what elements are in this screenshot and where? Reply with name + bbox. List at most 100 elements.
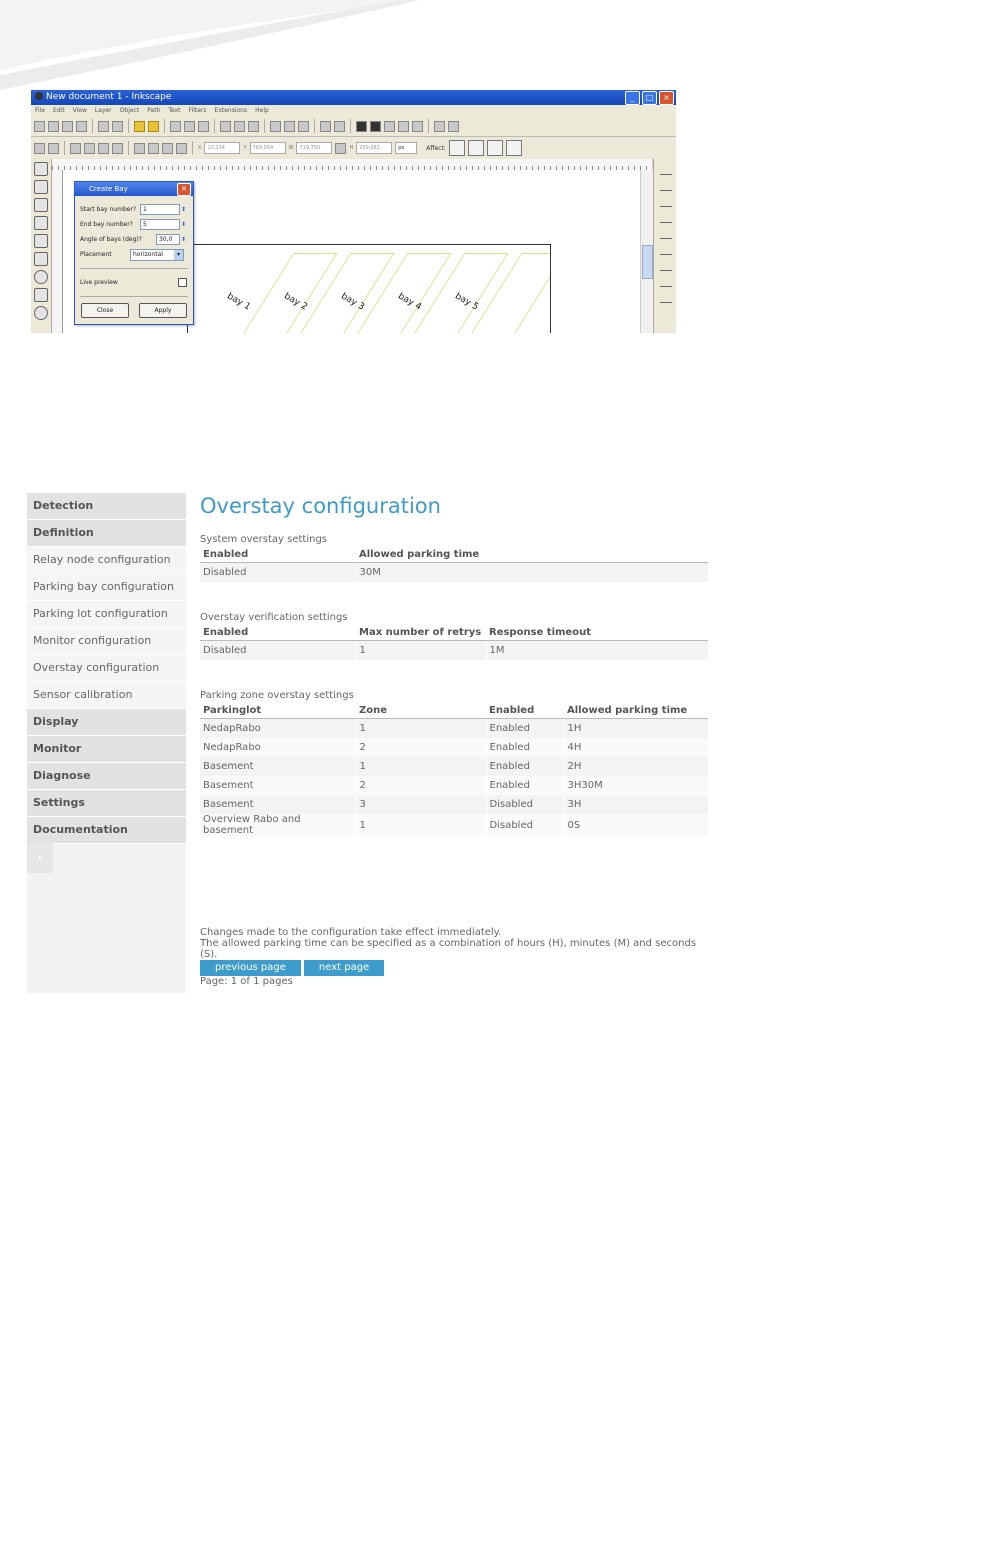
save-icon[interactable]	[62, 120, 73, 132]
menu-file[interactable]: File	[35, 105, 45, 116]
node-tool-icon[interactable]	[34, 180, 48, 194]
snap-bbox-edges-icon[interactable]	[659, 196, 672, 207]
close-button[interactable]: Close	[81, 303, 129, 318]
zoom-drawing-icon[interactable]	[234, 120, 245, 132]
collapse-sidebar-button[interactable]: ‹	[27, 843, 53, 873]
rotate-cw-icon[interactable]	[84, 142, 95, 154]
spiral-tool-icon[interactable]	[34, 306, 48, 320]
menu-object[interactable]: Object	[120, 105, 140, 116]
flip-horizontal-icon[interactable]	[98, 142, 109, 154]
copy-icon[interactable]	[170, 120, 181, 132]
undo-icon[interactable]	[134, 120, 145, 132]
lock-icon[interactable]	[335, 142, 347, 154]
rectangle-tool-icon[interactable]	[34, 234, 48, 248]
snap-paths-icon[interactable]	[659, 244, 672, 255]
snap-bbox-corners-icon[interactable]	[659, 212, 672, 223]
sidebar-item-parking-bay[interactable]: Parking bay configuration	[27, 574, 186, 601]
spin-button-icon[interactable]: ⬍	[181, 220, 186, 229]
scrollbar-thumb[interactable]	[642, 245, 653, 279]
table-row[interactable]: Disabled 30M	[200, 562, 708, 582]
affect-gradients-toggle[interactable]	[486, 140, 503, 156]
sidebar-item-display[interactable]: Display	[27, 709, 186, 736]
width-field[interactable]: 719,750	[296, 142, 333, 154]
table-row[interactable]: Overview Rabo and basement 1 Disabled 0S	[200, 814, 708, 836]
menu-help[interactable]: Help	[255, 105, 269, 116]
snap-toggle-icon[interactable]	[659, 164, 672, 175]
start-bay-input[interactable]: 1	[140, 204, 180, 215]
minimize-button[interactable]: _	[625, 91, 640, 105]
placement-select[interactable]: horizontal ▾	[130, 248, 184, 261]
import-icon[interactable]	[98, 120, 109, 132]
menu-extensions[interactable]: Extensions	[215, 105, 248, 116]
lower-to-bottom-icon[interactable]	[176, 142, 187, 154]
export-icon[interactable]	[112, 120, 123, 132]
vertical-scrollbar[interactable]	[640, 170, 653, 333]
clone-icon[interactable]	[284, 120, 295, 132]
spin-button-icon[interactable]: ⬍	[181, 235, 186, 244]
lower-icon[interactable]	[162, 142, 173, 154]
unit-select[interactable]: px	[395, 142, 418, 154]
align-distribute-icon[interactable]	[398, 120, 409, 132]
print-icon[interactable]	[76, 120, 87, 132]
sidebar-item-monitor[interactable]: Monitor	[27, 736, 186, 763]
zoom-page-icon[interactable]	[248, 120, 259, 132]
y-field[interactable]: 789,954	[249, 142, 286, 154]
raise-icon[interactable]	[148, 142, 159, 154]
3d-box-tool-icon[interactable]	[34, 252, 48, 266]
select-all-layers-icon[interactable]	[48, 142, 59, 154]
unlink-clone-icon[interactable]	[298, 120, 309, 132]
zoom-selection-icon[interactable]	[220, 120, 231, 132]
end-bay-input[interactable]: 5	[140, 219, 180, 230]
table-row[interactable]: Basement 3 Disabled 3H	[200, 795, 708, 814]
menu-text[interactable]: Text	[168, 105, 180, 116]
sidebar-item-monitor-config[interactable]: Monitor configuration	[27, 628, 186, 655]
maximize-button[interactable]: □	[642, 91, 657, 105]
preferences-icon[interactable]	[434, 120, 445, 132]
star-tool-icon[interactable]	[34, 288, 48, 302]
height-field[interactable]: 259,082	[356, 142, 393, 154]
group-icon[interactable]	[320, 120, 331, 132]
zoom-tool-icon[interactable]	[34, 216, 48, 230]
snap-cusp-icon[interactable]	[659, 276, 672, 287]
sidebar-item-relay-node[interactable]: Relay node configuration	[27, 547, 186, 574]
flip-vertical-icon[interactable]	[112, 142, 123, 154]
spin-button-icon[interactable]: ⬍	[181, 205, 186, 214]
raise-to-top-icon[interactable]	[134, 142, 145, 154]
snap-nodes-icon[interactable]	[659, 228, 672, 239]
sidebar-item-parking-lot[interactable]: Parking lot configuration	[27, 601, 186, 628]
angle-input[interactable]: 30,0	[156, 234, 180, 245]
ellipse-tool-icon[interactable]	[34, 270, 48, 284]
sidebar-item-documentation[interactable]: Documentation	[27, 817, 186, 844]
fill-stroke-icon[interactable]	[356, 120, 367, 132]
snap-bbox-icon[interactable]	[659, 180, 672, 191]
live-preview-checkbox[interactable]	[178, 278, 187, 287]
menu-path[interactable]: Path	[147, 105, 160, 116]
document-properties-icon[interactable]	[448, 120, 459, 132]
menu-layer[interactable]: Layer	[95, 105, 112, 116]
table-row[interactable]: NedapRabo 2 Enabled 4H	[200, 738, 708, 757]
close-window-button[interactable]: ×	[659, 91, 674, 105]
redo-icon[interactable]	[148, 120, 159, 132]
transform-icon[interactable]	[412, 120, 423, 132]
next-page-button[interactable]: next page	[303, 960, 385, 976]
open-icon[interactable]	[48, 120, 59, 132]
menu-filters[interactable]: Filters	[189, 105, 207, 116]
affect-corners-toggle[interactable]	[467, 140, 484, 156]
sidebar-item-detection[interactable]: Detection	[27, 493, 186, 520]
rotate-ccw-icon[interactable]	[70, 142, 81, 154]
affect-stroke-toggle[interactable]	[448, 140, 465, 156]
sidebar-item-sensor-calibration[interactable]: Sensor calibration	[27, 682, 186, 709]
new-document-icon[interactable]	[34, 120, 45, 132]
x-field[interactable]: 13,234	[204, 142, 241, 154]
dialog-close-icon[interactable]: ×	[177, 183, 191, 196]
select-all-icon[interactable]	[34, 142, 45, 154]
sidebar-item-definition[interactable]: Definition	[27, 520, 186, 547]
snap-smooth-icon[interactable]	[659, 292, 672, 303]
selector-tool-icon[interactable]	[34, 162, 48, 176]
table-row[interactable]: Basement 2 Enabled 3H30M	[200, 776, 708, 795]
duplicate-icon[interactable]	[270, 120, 281, 132]
affect-patterns-toggle[interactable]	[505, 140, 522, 156]
table-row[interactable]: Basement 1 Enabled 2H	[200, 757, 708, 776]
sidebar-item-overstay[interactable]: Overstay configuration	[27, 655, 186, 682]
xml-editor-icon[interactable]	[384, 120, 395, 132]
